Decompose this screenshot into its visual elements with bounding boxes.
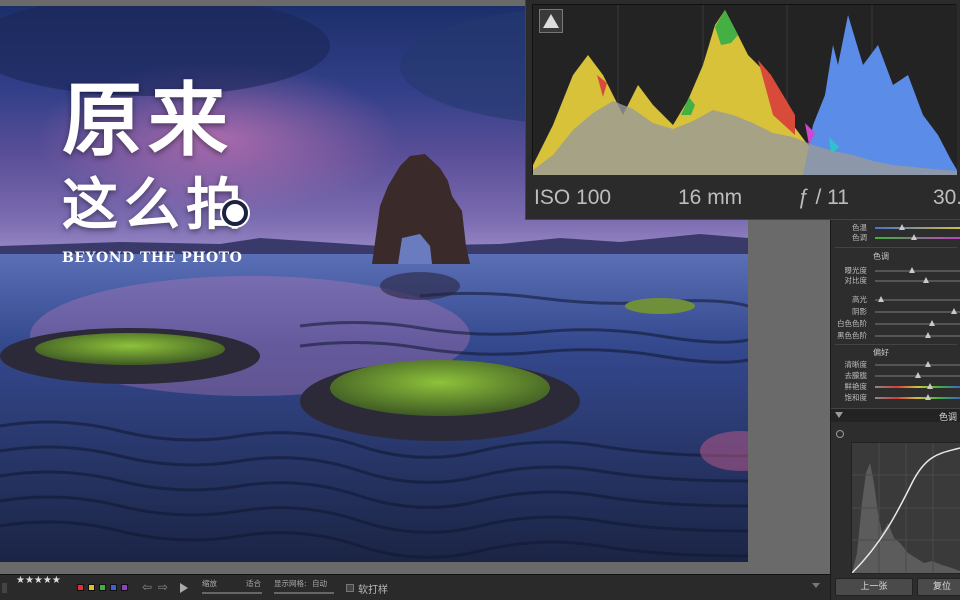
- tone-section-label: 色调: [873, 252, 889, 261]
- contrast-slider[interactable]: 对比度: [831, 276, 960, 286]
- tint-label: 色调: [852, 233, 867, 242]
- whites-label: 白色色阶: [837, 319, 867, 328]
- saturation-slider[interactable]: 饱和度: [831, 393, 960, 403]
- clarity-label: 清晰度: [844, 360, 868, 369]
- softproof-checkbox[interactable]: [346, 584, 354, 592]
- shutter-readout: 30.0: [933, 186, 960, 209]
- zoom-slider[interactable]: [202, 592, 262, 594]
- saturation-label: 饱和度: [844, 393, 868, 402]
- reset-button[interactable]: 复位: [917, 578, 960, 596]
- contrast-thumb[interactable]: [923, 277, 929, 283]
- bottom-toolbar: ★★★★★ ⇦ ⇨ 缩放 适合 显示网格: 自动 软打样: [0, 574, 830, 600]
- focal-length-readout: 16 mm: [678, 186, 743, 209]
- grid-value[interactable]: 自动: [312, 578, 327, 589]
- iso-readout: ISO 100: [534, 186, 612, 209]
- highlights-label: 高光: [852, 295, 867, 304]
- presence-section-label: 偏好: [873, 348, 889, 357]
- temp-thumb[interactable]: [899, 224, 905, 230]
- blacks-thumb[interactable]: [924, 332, 931, 338]
- tone-curve-title: 色调: [938, 413, 957, 423]
- star-rating[interactable]: ★★★★★: [16, 575, 61, 600]
- previous-settings-button[interactable]: 上一张: [835, 578, 913, 596]
- overlay-title-line1: 原来: [62, 73, 234, 167]
- shadows-slider[interactable]: 阴影: [831, 307, 960, 317]
- vibrance-slider[interactable]: 鲜艳度: [831, 382, 960, 392]
- dehaze-slider[interactable]: 去朦胧: [831, 371, 960, 381]
- dehaze-label: 去朦胧: [844, 371, 868, 380]
- develop-basic-panel: 色温 色调 色调 曝光度 对比度 高光 阴影 白色色阶 黑色色阶 偏好 清晰度 …: [830, 220, 960, 600]
- temp-slider[interactable]: 色温: [831, 223, 960, 233]
- clarity-slider[interactable]: 清晰度: [831, 360, 960, 370]
- target-adjust-icon[interactable]: [836, 430, 844, 438]
- arrow-left-icon[interactable]: ⇦: [142, 580, 152, 594]
- shadows-label: 阴影: [852, 307, 867, 316]
- softproof-label: 软打样: [358, 585, 388, 596]
- exposure-thumb[interactable]: [908, 267, 915, 273]
- collapse-triangle-icon[interactable]: [835, 412, 843, 418]
- color-label-purple[interactable]: [121, 584, 128, 591]
- shadows-thumb[interactable]: [951, 308, 957, 314]
- arrow-right-icon[interactable]: ⇨: [158, 580, 168, 594]
- saturation-thumb[interactable]: [924, 394, 931, 400]
- play-icon[interactable]: [180, 583, 188, 593]
- grid-label: 显示网格:: [274, 579, 307, 588]
- color-label-red[interactable]: [77, 584, 84, 591]
- color-label-blue[interactable]: [110, 584, 117, 591]
- dehaze-thumb[interactable]: [915, 372, 921, 378]
- lightroom-develop-window: 原来 这么拍 BEYOND THE PHOTO ISO 100 16 mm ƒ …: [0, 0, 960, 600]
- whites-thumb[interactable]: [929, 320, 936, 326]
- color-label-green[interactable]: [99, 584, 106, 591]
- shadow-clipping-triangle-icon[interactable]: [539, 9, 563, 33]
- highlights-thumb[interactable]: [878, 296, 885, 302]
- clarity-thumb[interactable]: [924, 361, 931, 367]
- histogram-panel: ISO 100 16 mm ƒ / 11 30.0: [525, 0, 960, 220]
- vibrance-label: 鲜艳度: [844, 382, 868, 391]
- zoom-value[interactable]: 适合: [246, 578, 261, 589]
- blacks-label: 黑色色阶: [837, 331, 867, 340]
- highlights-slider[interactable]: 高光: [831, 295, 960, 305]
- lens-logo-icon: [222, 200, 248, 226]
- color-label-yellow[interactable]: [88, 584, 95, 591]
- whites-slider[interactable]: 白色色阶: [831, 319, 960, 329]
- overlay-subtitle: BEYOND THE PHOTO: [62, 250, 243, 266]
- tone-curve-graph[interactable]: [851, 442, 960, 574]
- tint-slider[interactable]: 色调: [831, 233, 960, 243]
- grid-slider[interactable]: [274, 592, 334, 594]
- histogram-graph[interactable]: [532, 4, 957, 175]
- tint-thumb[interactable]: [911, 234, 917, 240]
- aperture-readout: ƒ / 11: [798, 186, 849, 209]
- overlay-title-line2: 这么拍: [62, 172, 248, 238]
- tone-curve-header[interactable]: 色调: [831, 408, 960, 423]
- zoom-label: 缩放: [202, 579, 217, 588]
- divider: [835, 344, 957, 345]
- toolbar-menu-icon[interactable]: [812, 583, 820, 588]
- vibrance-thumb[interactable]: [927, 383, 933, 389]
- blacks-slider[interactable]: 黑色色阶: [831, 331, 960, 341]
- divider: [835, 247, 957, 248]
- panel-handle[interactable]: [2, 583, 7, 593]
- contrast-label: 对比度: [844, 276, 868, 285]
